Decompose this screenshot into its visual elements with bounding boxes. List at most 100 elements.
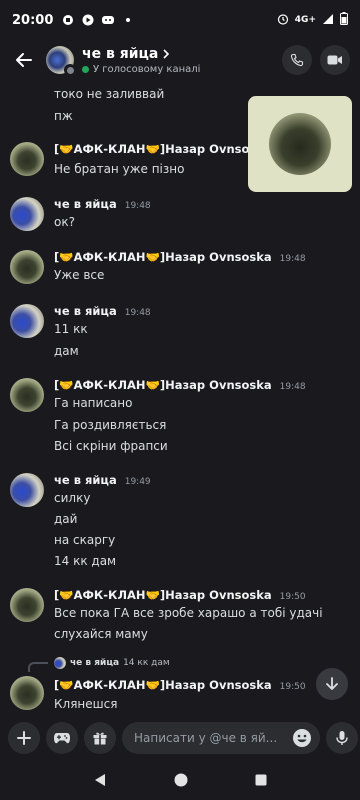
message-line: ок?	[54, 215, 75, 229]
reply-text: 14 кк дам	[123, 658, 170, 668]
battery-icon	[340, 12, 348, 28]
avatar[interactable]	[10, 378, 44, 412]
message-composer	[0, 718, 360, 758]
plus-icon	[17, 731, 31, 745]
header-title-text: че в яйца	[82, 45, 159, 62]
chat-header: че в яйца У голосовому каналі	[0, 40, 360, 80]
message-meta: [🤝АФК-КЛАН🤝]Назар Ovnsoska 19:50	[54, 678, 306, 692]
call-button[interactable]	[282, 45, 312, 75]
message-line: на скаргу	[54, 533, 116, 547]
message-author[interactable]: [🤝АФК-КЛАН🤝]Назар Ovnsoska	[54, 588, 272, 602]
message-line: силку	[54, 491, 91, 505]
header-avatar[interactable]	[46, 46, 76, 76]
message-meta: че в яйца 19:48	[54, 197, 151, 211]
avatar[interactable]	[10, 588, 44, 622]
emoji-icon[interactable]	[292, 728, 312, 748]
gift-button[interactable]	[84, 722, 116, 754]
avatar[interactable]	[10, 473, 44, 507]
system-navigation-bar	[0, 760, 360, 800]
message-line: 14 кк дам	[54, 554, 117, 568]
message-line: Клянешся	[54, 697, 118, 711]
avatar[interactable]	[10, 250, 44, 284]
header-subtitle-text: У голосовому каналі	[93, 63, 201, 75]
activities-button[interactable]	[46, 722, 78, 754]
message-meta: че в яйца 19:49	[54, 473, 151, 487]
avatar[interactable]	[10, 142, 44, 176]
signal-icon	[322, 13, 334, 28]
nav-back-icon[interactable]	[93, 773, 107, 787]
network-label: 4G+	[294, 15, 316, 25]
message-author[interactable]: [🤝АФК-КЛАН🤝]Назар Ovnsoska	[54, 250, 272, 264]
message-line: Всі скріни фрапси	[54, 439, 168, 453]
video-call-button[interactable]	[320, 45, 350, 75]
back-button[interactable]	[10, 46, 38, 74]
message-meta: че в яйца 19:48	[54, 304, 151, 318]
message-time: 19:50	[279, 592, 306, 602]
message-line: Все пока ГА все зробе харашо а тобі удач…	[54, 606, 323, 620]
phone-icon	[290, 53, 304, 67]
message-line: 11 кк	[54, 322, 88, 336]
message-author[interactable]: че в яйца	[54, 473, 117, 487]
arrow-left-icon	[16, 53, 32, 67]
message-line: пж	[54, 109, 73, 123]
header-subtitle: У голосовому каналі	[82, 64, 274, 75]
avatar[interactable]	[10, 676, 44, 710]
status-bar: 20:00 4G+	[0, 0, 360, 40]
message-author[interactable]: [🤝АФК-КЛАН🤝]Назар Ovnsoska	[54, 378, 272, 392]
message-input[interactable]	[122, 722, 320, 754]
chevron-right-icon	[163, 48, 170, 59]
message-time: 19:48	[279, 382, 306, 392]
header-title: че в яйца	[82, 46, 274, 62]
notification-icon	[61, 13, 75, 27]
microphone-icon	[336, 731, 348, 745]
nav-home-icon[interactable]	[174, 773, 188, 787]
message-author[interactable]: [🤝АФК-КЛАН🤝]Назар Ovnsoska	[54, 142, 272, 156]
message-author[interactable]: [🤝АФК-КЛАН🤝]Назар Ovnsoska	[54, 678, 272, 692]
status-time: 20:00	[12, 12, 54, 28]
message-meta: [🤝АФК-КЛАН🤝]Назар Ovnsoska 19:48	[54, 250, 306, 264]
message-meta: [🤝АФК-КЛАН🤝]Назар Ovnsoska 19:50	[54, 588, 306, 602]
video-camera-icon	[327, 55, 342, 65]
scroll-to-bottom-button[interactable]	[316, 668, 348, 700]
reply-avatar	[54, 657, 66, 669]
message-line: слухайся маму	[54, 627, 148, 641]
avatar[interactable]	[10, 197, 44, 231]
youtube-icon	[81, 13, 95, 27]
reply-preview[interactable]: че в яйца 14 кк дам	[70, 658, 170, 668]
message-line: Уже все	[54, 268, 105, 282]
message-line: токо не заливвай	[54, 87, 165, 101]
voice-message-button[interactable]	[326, 722, 358, 754]
alarm-icon	[277, 13, 289, 28]
message-time: 19:48	[279, 254, 306, 264]
status-dot-icon	[64, 64, 76, 76]
message-author[interactable]: че в яйца	[54, 197, 117, 211]
avatar[interactable]	[10, 304, 44, 338]
gamepad-icon	[54, 733, 70, 744]
nav-recents-icon[interactable]	[255, 774, 267, 786]
discord-icon	[101, 13, 115, 27]
message-time: 19:48	[124, 201, 151, 211]
add-attachment-button[interactable]	[8, 722, 40, 754]
message-meta: [🤝АФК-КЛАН🤝]Назар Ovnsoska	[54, 142, 272, 156]
voice-status-icon	[82, 65, 89, 73]
message-meta: [🤝АФК-КЛАН🤝]Назар Ovnsoska 19:48	[54, 378, 306, 392]
message-time: 19:50	[279, 682, 306, 692]
reply-author: че в яйца	[70, 658, 120, 668]
dot-icon	[121, 13, 135, 27]
voice-pip[interactable]	[248, 96, 352, 192]
message-input-wrap	[122, 722, 320, 754]
status-right: 4G+	[277, 12, 348, 28]
pip-avatar	[269, 113, 331, 175]
arrow-down-icon	[326, 677, 338, 690]
message-line: Га написано	[54, 396, 133, 410]
gift-icon	[93, 732, 107, 745]
header-title-block[interactable]: че в яйца У голосовому каналі	[82, 46, 274, 75]
reply-connector	[28, 662, 48, 672]
message-time: 19:49	[124, 477, 151, 487]
message-line: Га роздивляється	[54, 418, 167, 432]
message-line: дам	[54, 344, 79, 358]
message-line: Не братан уже пізно	[54, 162, 185, 176]
message-time: 19:48	[124, 308, 151, 318]
message-line: дай	[54, 512, 78, 526]
message-author[interactable]: че в яйца	[54, 304, 117, 318]
